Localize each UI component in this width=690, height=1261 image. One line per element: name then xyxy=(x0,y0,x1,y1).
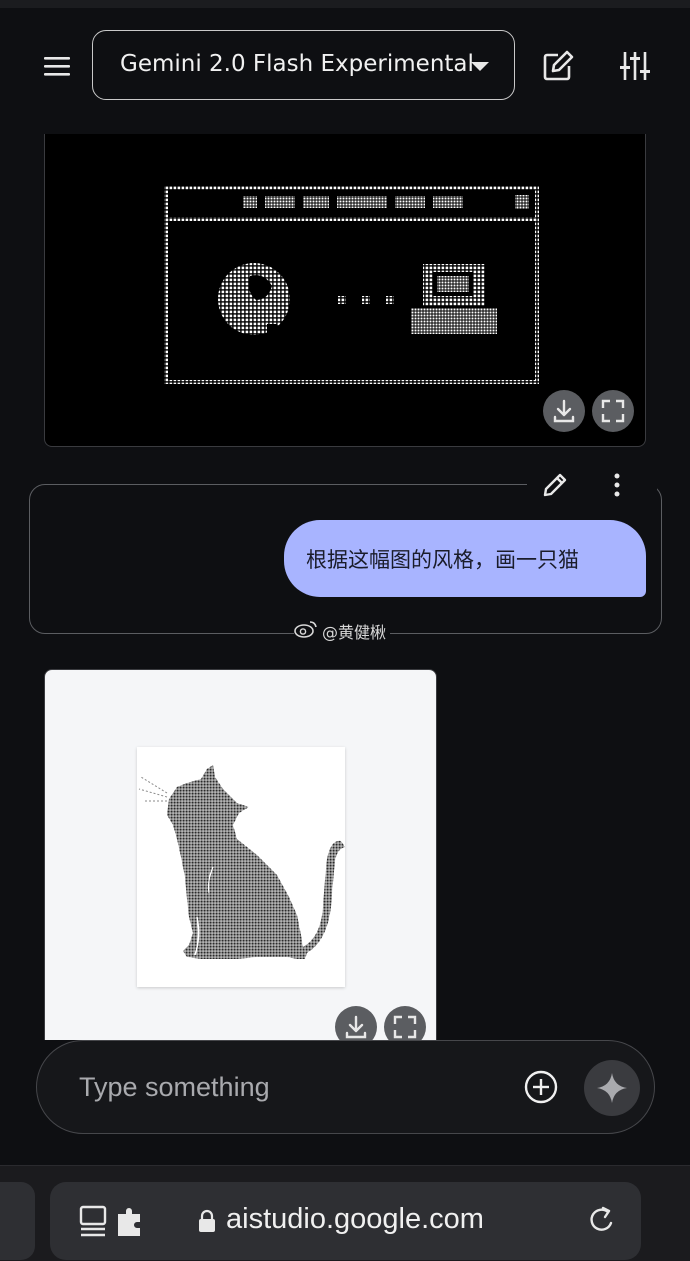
previous-tab-stub[interactable] xyxy=(0,1182,35,1260)
watermark: @黄健楸 xyxy=(294,619,391,643)
app-header: Gemini 2.0 Flash Experimental xyxy=(0,8,690,134)
status-bar-strip xyxy=(0,0,690,8)
generated-image-retro-window[interactable] xyxy=(44,134,646,447)
url-text: aistudio.google.com xyxy=(226,1203,484,1235)
hamburger-menu-icon[interactable] xyxy=(38,48,76,84)
prompt-input[interactable] xyxy=(79,1069,499,1105)
lock-icon xyxy=(198,1209,216,1233)
browser-toolbar: aistudio.google.com xyxy=(0,1165,690,1261)
tabs-icon[interactable] xyxy=(78,1204,150,1238)
address-bar[interactable]: aistudio.google.com xyxy=(50,1182,641,1260)
cat-image-frame xyxy=(137,747,345,987)
prompt-composer xyxy=(36,1040,655,1134)
edit-pencil-icon[interactable] xyxy=(537,468,571,502)
caret-down-icon xyxy=(471,62,489,71)
user-message-text: 根据这幅图的风格，画一只猫 xyxy=(306,548,579,572)
model-selector[interactable]: Gemini 2.0 Flash Experimental xyxy=(92,30,515,100)
tune-sliders-icon[interactable] xyxy=(615,46,655,86)
reload-icon[interactable] xyxy=(584,1202,620,1238)
more-vert-icon[interactable] xyxy=(602,468,632,502)
user-message-bubble: 根据这幅图的风格，画一只猫 xyxy=(284,520,646,597)
pixel-cat-illustration xyxy=(138,765,345,959)
turn-actions xyxy=(527,466,657,500)
weibo-icon xyxy=(294,619,318,643)
model-name: Gemini 2.0 Flash Experimental xyxy=(120,51,474,77)
generated-image-pixel-cat[interactable] xyxy=(44,669,437,1069)
watermark-text: @黄健楸 xyxy=(322,623,387,642)
edit-square-icon[interactable] xyxy=(538,46,578,86)
sparkle-icon[interactable] xyxy=(584,1060,640,1116)
add-circle-icon[interactable] xyxy=(523,1069,559,1105)
fullscreen-icon[interactable] xyxy=(592,390,634,432)
download-icon[interactable] xyxy=(543,390,585,432)
